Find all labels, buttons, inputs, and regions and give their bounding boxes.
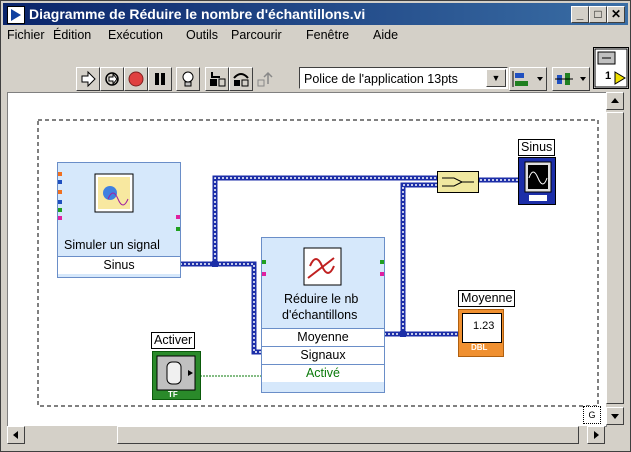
scroll-right-button[interactable]	[587, 426, 605, 444]
sinus-graph-indicator[interactable]	[518, 157, 556, 205]
scroll-left-button[interactable]	[7, 426, 25, 444]
vertical-scrollbar[interactable]	[606, 92, 624, 425]
scroll-down-button[interactable]	[606, 407, 624, 425]
active-terminal[interactable]: Activé	[262, 364, 384, 382]
horizontal-scroll-thumb[interactable]	[117, 426, 579, 444]
left-arrow-icon	[13, 431, 18, 439]
moyenne-value: 1.23	[473, 320, 495, 332]
loop-condition-terminal[interactable]: G	[583, 406, 601, 424]
dbl-type-label: DBL	[471, 343, 488, 352]
moyenne-indicator-label: Moyenne	[458, 290, 516, 307]
signaux-terminal-label: Signaux	[300, 348, 346, 362]
sinus-terminal-label: Sinus	[103, 258, 135, 272]
simulate-signal-node[interactable]: Simuler un signal Sinus	[57, 162, 181, 278]
sinus-output-terminal[interactable]: Sinus	[58, 256, 180, 274]
right-arrow-icon	[594, 431, 599, 439]
scroll-up-button[interactable]	[606, 92, 624, 110]
simulate-signal-icon	[58, 172, 180, 231]
signaux-terminal[interactable]: Signaux	[262, 346, 384, 364]
activer-control-label: Activer	[151, 332, 196, 349]
merge-icon	[442, 177, 474, 187]
tf-type-label: TF	[168, 390, 178, 399]
reduce-samples-label-line1: Réduire le nb	[284, 292, 359, 306]
moyenne-terminal[interactable]: Moyenne	[262, 328, 384, 346]
sinus-indicator-label: Sinus	[518, 139, 556, 156]
horizontal-scrollbar[interactable]	[7, 426, 605, 444]
moyenne-indicator[interactable]: 1.23 DBL	[458, 309, 504, 357]
reduce-samples-icon	[262, 247, 384, 286]
loop-condition-label: G	[588, 410, 596, 420]
waveform-graph-icon	[524, 161, 552, 201]
down-arrow-icon	[611, 414, 619, 419]
reduce-samples-node[interactable]: Réduire le nb d'échantillons Moyenne Sig…	[261, 237, 385, 393]
simulate-signal-label: Simuler un signal	[64, 238, 160, 252]
reduce-samples-label-line2: d'échantillons	[282, 308, 358, 322]
moyenne-terminal-label: Moyenne	[297, 330, 349, 344]
up-arrow-icon	[611, 98, 619, 103]
activer-boolean-control[interactable]: TF	[152, 351, 201, 400]
merge-signals-node[interactable]	[437, 171, 479, 193]
vertical-scroll-thumb[interactable]	[606, 112, 624, 404]
active-terminal-label: Activé	[305, 366, 341, 380]
